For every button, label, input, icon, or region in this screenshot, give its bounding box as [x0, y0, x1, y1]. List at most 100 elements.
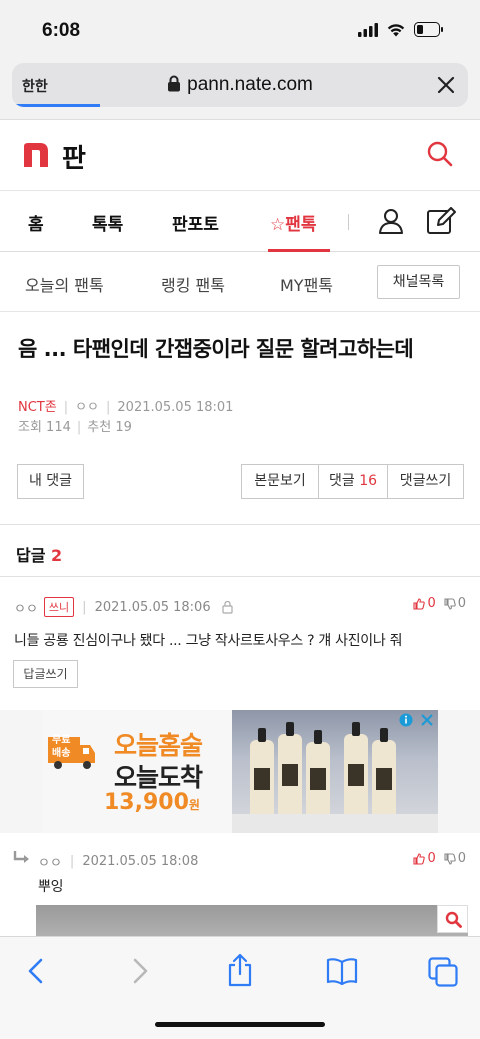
ad-badge-bottom: 배송	[52, 748, 71, 759]
comment-text: 뿌잉	[38, 879, 64, 895]
tab-fantalk[interactable]: ☆팬톡	[270, 210, 317, 235]
post-channel-link[interactable]: NCT존	[18, 400, 57, 415]
upvote-count: 0	[427, 596, 436, 611]
wifi-icon	[387, 23, 405, 36]
ad-price-unit: 원	[188, 798, 200, 812]
bottle-image	[250, 728, 274, 820]
user-icon[interactable]	[378, 208, 404, 234]
meta-separator: |	[82, 599, 87, 615]
comments-button[interactable]: 댓글 16	[318, 464, 388, 499]
forward-arrow-icon[interactable]	[130, 957, 150, 985]
nate-logo-icon[interactable]	[24, 143, 48, 167]
ad-product-photo	[232, 710, 438, 833]
upvote-button[interactable]: 0	[413, 851, 436, 866]
back-arrow-icon[interactable]	[26, 957, 46, 985]
ad-price-value: 13,900	[104, 790, 189, 815]
post-title: 음 ... 타팬인데 간잽중이라 질문 할려고하는데	[18, 337, 414, 361]
comment-datetime: 2021.05.05 18:06	[94, 599, 211, 615]
image-search-button[interactable]	[437, 905, 468, 933]
thumbs-up-icon	[413, 597, 426, 610]
tabs-icon[interactable]	[428, 957, 458, 987]
bottle-image	[278, 722, 302, 820]
upvote-button[interactable]: 0	[413, 596, 436, 611]
post-views: 조회 114	[18, 420, 71, 435]
tab-pan-photo[interactable]: 판포토	[172, 210, 219, 235]
comment-meta: ㅇㅇ 쓰니 | 2021.05.05 18:06	[14, 597, 234, 617]
reply-write-button[interactable]: 답글쓰기	[13, 660, 78, 688]
subnav-ranking-fantalk[interactable]: 랭킹 팬톡	[161, 272, 225, 296]
meta-separator: |	[106, 400, 111, 415]
upvote-count: 0	[427, 851, 436, 866]
adchoices-icon[interactable]	[398, 712, 436, 728]
url-display[interactable]: pann.nate.com	[12, 74, 468, 96]
section-divider	[0, 576, 480, 577]
my-comments-button[interactable]: 내 댓글	[17, 464, 84, 499]
meta-separator: |	[69, 854, 75, 869]
comment-text: 니들 공룡 진심이구나 됐다 ... 그냥 작사르토사우스 ? 걔 사진이나 줘	[14, 633, 403, 649]
thumbs-down-icon	[444, 852, 456, 865]
thumbs-up-icon	[413, 852, 426, 865]
address-bar[interactable]: 한한 pann.nate.com	[12, 63, 468, 107]
comment-author: ㅇㅇ	[38, 856, 62, 871]
post-meta: NCT존 | ㅇㅇ | 2021.05.05 18:01	[18, 396, 233, 415]
channel-list-button[interactable]: 채널목록	[377, 265, 460, 299]
table-surface	[232, 814, 438, 833]
ad-creative[interactable]: 무료 배송 오늘홈술 오늘도착 13,900원	[42, 710, 438, 833]
subnav-today-fantalk[interactable]: 오늘의 팬톡	[25, 272, 104, 296]
signal-icon	[358, 22, 378, 37]
thumbs-down-icon	[444, 597, 456, 610]
meta-separator: |	[76, 420, 82, 435]
comment-meta: ㅇㅇ | 2021.05.05 18:08	[38, 852, 198, 871]
lock-icon	[168, 75, 181, 92]
write-comment-button[interactable]: 댓글쓰기	[387, 464, 464, 499]
subnav-my-fantalk[interactable]: MY팬톡	[280, 272, 333, 296]
comment-attached-image[interactable]	[36, 905, 468, 936]
status-bar: 6:08	[0, 0, 480, 58]
close-icon[interactable]	[436, 75, 456, 95]
comments-label: 댓글	[328, 473, 355, 489]
bottle-image	[306, 730, 330, 820]
comment-datetime: 2021.05.05 18:08	[82, 854, 199, 869]
downvote-button[interactable]: 0	[444, 851, 466, 866]
post-datetime: 2021.05.05 18:01	[117, 400, 234, 415]
battery-icon	[414, 22, 443, 37]
downvote-count: 0	[457, 596, 466, 611]
downvote-count: 0	[457, 851, 466, 866]
replies-label: 답글	[16, 546, 46, 565]
home-indicator	[155, 1022, 325, 1027]
writer-badge: 쓰니	[43, 597, 75, 617]
post-stats: 조회 114 | 추천 19	[18, 416, 132, 435]
tab-toktok[interactable]: 톡톡	[92, 210, 123, 235]
image-search-icon	[445, 911, 462, 928]
tab-home[interactable]: 홈	[28, 210, 44, 235]
ad-banner[interactable]: 무료 배송 오늘홈술 오늘도착 13,900원	[0, 710, 480, 833]
site-logo-text[interactable]: 판	[62, 138, 86, 175]
view-post-button[interactable]: 본문보기	[241, 464, 319, 499]
comment-votes: 0 0	[413, 596, 466, 611]
downvote-button[interactable]: 0	[444, 596, 466, 611]
section-divider	[0, 524, 480, 525]
share-icon[interactable]	[226, 953, 254, 987]
status-indicators	[358, 22, 444, 37]
report-icon[interactable]	[221, 600, 234, 614]
status-time: 6:08	[42, 20, 81, 41]
replies-count: 2	[51, 546, 63, 565]
bottle-image	[372, 728, 396, 820]
url-text: pann.nate.com	[187, 74, 313, 95]
bookmarks-icon[interactable]	[326, 957, 358, 985]
search-icon[interactable]	[426, 140, 454, 168]
post-author: ㅇㅇ	[75, 400, 100, 415]
reply-arrow-icon	[13, 851, 29, 863]
post-recommend: 추천 19	[87, 420, 132, 435]
meta-separator: |	[63, 400, 69, 415]
load-progress-bar	[12, 104, 100, 107]
ad-headline-2: 오늘도착	[114, 763, 203, 792]
main-nav: 홈 톡톡 판포토 ☆팬톡	[0, 192, 480, 252]
comment-author: ㅇㅇ	[14, 601, 38, 617]
browser-address-area: 한한 pann.nate.com	[0, 58, 480, 120]
nav-separator	[348, 214, 349, 230]
comment-votes: 0 0	[413, 851, 466, 866]
edit-icon[interactable]	[426, 207, 456, 235]
sub-nav: 오늘의 팬톡 랭킹 팬톡 MY팬톡 채널목록	[0, 252, 480, 312]
site-header: 판	[0, 121, 480, 191]
